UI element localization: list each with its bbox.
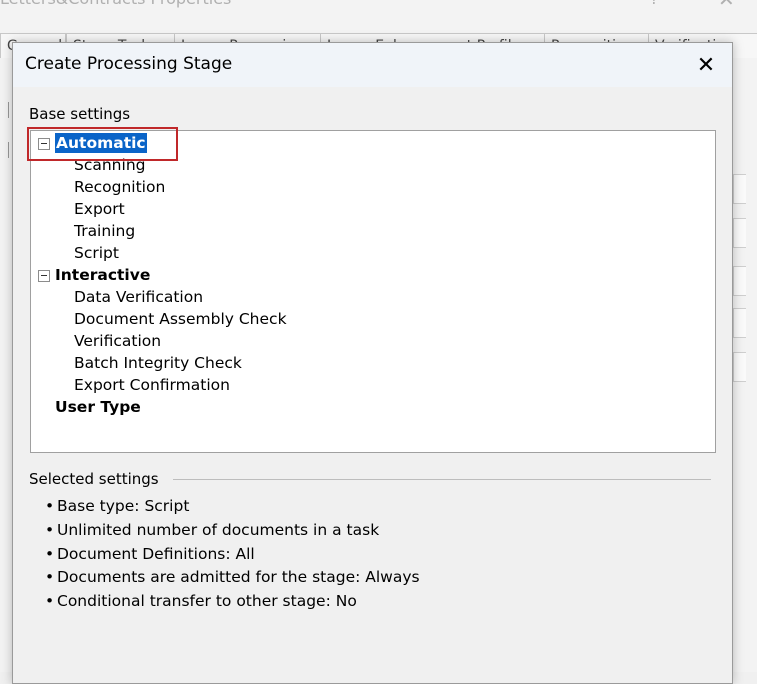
background-window-title: Letters&Contracts Properties bbox=[0, 0, 231, 10]
tree-node-document-assembly-check[interactable]: Document Assembly Check bbox=[74, 309, 287, 329]
tree-node-verification[interactable]: Verification bbox=[74, 331, 161, 351]
help-icon[interactable]: ? bbox=[650, 0, 659, 10]
base-settings-label: Base settings bbox=[29, 105, 131, 123]
annotation-highlight-box bbox=[27, 127, 178, 161]
tree-node-data-verification[interactable]: Data Verification bbox=[74, 287, 203, 307]
tree-node-export-confirmation[interactable]: Export Confirmation bbox=[74, 375, 230, 395]
selected-settings-label: Selected settings bbox=[29, 470, 159, 488]
create-processing-stage-dialog: Create Processing Stage ✕ Base settings … bbox=[12, 42, 733, 684]
tree-node-training[interactable]: Training bbox=[74, 221, 135, 241]
tree-node-user-type[interactable]: User Type bbox=[55, 397, 141, 417]
dialog-title: Create Processing Stage bbox=[25, 54, 233, 74]
dialog-title-bar: Create Processing Stage ✕ bbox=[13, 43, 732, 87]
tree-node-recognition[interactable]: Recognition bbox=[74, 177, 165, 197]
background-title-bar: Letters&Contracts Properties ? ✕ bbox=[0, 0, 757, 10]
tree-node-export[interactable]: Export bbox=[74, 199, 125, 219]
stage-type-tree[interactable]: Automatic Scanning Recognition Export Tr… bbox=[30, 130, 716, 453]
close-icon[interactable]: ✕ bbox=[689, 49, 723, 81]
collapse-interactive-icon[interactable] bbox=[38, 270, 50, 282]
tree-node-interactive[interactable]: Interactive bbox=[55, 265, 150, 285]
tree-node-script[interactable]: Script bbox=[74, 243, 119, 263]
tree-node-batch-integrity-check[interactable]: Batch Integrity Check bbox=[74, 353, 242, 373]
background-close-icon[interactable]: ✕ bbox=[718, 0, 735, 10]
selected-settings-divider bbox=[173, 479, 711, 480]
